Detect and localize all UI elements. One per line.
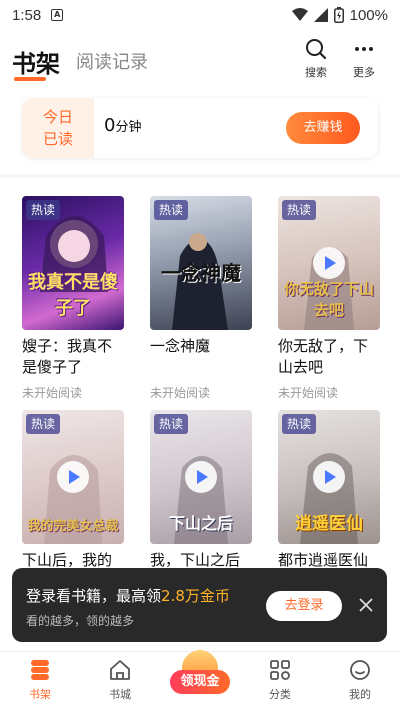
reading-minutes: 0分钟: [104, 115, 141, 136]
hot-badge: 热读: [26, 414, 60, 434]
hot-badge: 热读: [282, 414, 316, 434]
nav-category-label: 分类: [269, 688, 291, 701]
book-card[interactable]: 热读 我真不是傻子了 嫂子：我真不是傻子了 未开始阅读: [22, 196, 124, 401]
book-card[interactable]: 热读 逍遥医仙 都市逍遥医仙: [278, 410, 380, 592]
clock: 1:58: [12, 6, 42, 24]
nav-bookshelf[interactable]: 书架: [10, 658, 70, 702]
hot-badge: 热读: [282, 200, 316, 220]
section-divider: [0, 174, 400, 178]
hot-badge: 热读: [154, 200, 188, 220]
toast-highlight: 2.8万金币: [161, 587, 230, 605]
status-bar: 1:58 A 100%: [0, 0, 400, 30]
book-cover[interactable]: 热读 逍遥医仙: [278, 410, 380, 544]
book-cover[interactable]: 热读 一念神魔: [150, 196, 252, 330]
status-icons: 100%: [291, 6, 388, 24]
more-button[interactable]: 更多: [344, 38, 384, 80]
cover-title-text: 我真不是傻子了: [28, 272, 118, 319]
play-video-icon[interactable]: [313, 461, 345, 493]
book-cover[interactable]: 热读 你无敌了下山去吧: [278, 196, 380, 330]
notification-icon: A: [51, 9, 64, 21]
cover-title-text: 你无敌了下山去吧: [283, 280, 374, 319]
more-label: 更多: [353, 66, 375, 79]
play-video-icon[interactable]: [185, 461, 217, 493]
bookshelf-icon: [31, 660, 49, 680]
cover-title-text: 我的完美女总裁: [27, 519, 119, 534]
nav-mine-label: 我的: [349, 688, 371, 701]
book-cover[interactable]: 热读 下山之后: [150, 410, 252, 544]
nav-bookstore-label: 书城: [109, 688, 131, 701]
minutes-unit: 分钟: [115, 120, 142, 135]
toast-subtext: 看的越多，领的越多: [26, 614, 135, 628]
search-button[interactable]: 搜索: [296, 38, 336, 80]
bottom-navigation: 书架 书城 领现金 分类 我的: [0, 650, 400, 711]
earn-money-button[interactable]: 去赚钱: [286, 112, 360, 144]
book-title[interactable]: 嫂子：我真不是傻子了: [22, 336, 124, 378]
battery-icon: [333, 7, 344, 23]
book-card[interactable]: 热读 你无敌了下山去吧 你无敌了，下山去吧 未开始阅读: [278, 196, 380, 401]
book-title[interactable]: 你无敌了，下山去吧: [278, 336, 380, 378]
tab-reading-history[interactable]: 阅读记录: [76, 48, 148, 74]
hot-badge: 热读: [154, 414, 188, 434]
search-label: 搜索: [305, 66, 327, 79]
nav-cash-label: 领现金: [170, 670, 230, 694]
minutes-value: 0: [104, 115, 116, 136]
toast-title: 登录看书籍，最高领2.8万金币: [26, 585, 230, 606]
signal-icon: [313, 8, 328, 22]
wifi-icon: [291, 8, 308, 21]
book-card[interactable]: 热读 一念神魔 一念神魔 未开始阅读: [150, 196, 252, 401]
tab-bookshelf[interactable]: 书架: [12, 44, 60, 79]
today-label-line2: 已读: [42, 130, 73, 148]
home-icon: [110, 660, 130, 680]
nav-category[interactable]: 分类: [250, 658, 310, 702]
nav-bookshelf-label: 书架: [29, 688, 51, 701]
cover-title-text: 逍遥医仙: [295, 514, 363, 534]
category-grid-icon: [270, 660, 290, 680]
book-title[interactable]: 一念神魔: [150, 336, 252, 378]
battery-percent: 100%: [349, 6, 388, 24]
search-icon: [306, 39, 327, 60]
play-video-icon[interactable]: [313, 247, 345, 279]
close-icon[interactable]: [359, 598, 373, 612]
nav-bookstore[interactable]: 书城: [90, 658, 150, 702]
tab-active-indicator: [14, 77, 46, 81]
more-icon: [355, 47, 373, 51]
today-label-line1: 今日: [42, 108, 73, 126]
today-read-label: 今日 已读: [22, 98, 94, 158]
login-button[interactable]: 去登录: [266, 591, 342, 621]
hot-badge: 热读: [26, 200, 60, 220]
reading-status: 未开始阅读: [22, 386, 83, 400]
header: 书架 阅读记录 搜索 更多: [0, 36, 400, 86]
reading-time-card: 今日 已读 0分钟 去赚钱: [22, 98, 378, 158]
nav-cash-reward[interactable]: 领现金: [168, 650, 232, 708]
nav-mine[interactable]: 我的: [330, 658, 390, 702]
book-card[interactable]: 热读 我的完美女总裁 下山后，我的: [22, 410, 124, 592]
cover-title-text: 一念神魔: [161, 261, 241, 285]
toast-title-text: 登录看书籍，最高领: [26, 587, 162, 605]
book-card[interactable]: 热读 下山之后 我，下山之后: [150, 410, 252, 592]
profile-icon: [350, 660, 370, 680]
cover-title-text: 下山之后: [168, 514, 233, 533]
reading-status: 未开始阅读: [278, 386, 339, 400]
login-prompt-toast: 登录看书籍，最高领2.8万金币 看的越多，领的越多 去登录: [12, 568, 387, 642]
book-cover[interactable]: 热读 我真不是傻子了: [22, 196, 124, 330]
reading-status: 未开始阅读: [150, 386, 211, 400]
book-cover[interactable]: 热读 我的完美女总裁: [22, 410, 124, 544]
play-video-icon[interactable]: [57, 461, 89, 493]
